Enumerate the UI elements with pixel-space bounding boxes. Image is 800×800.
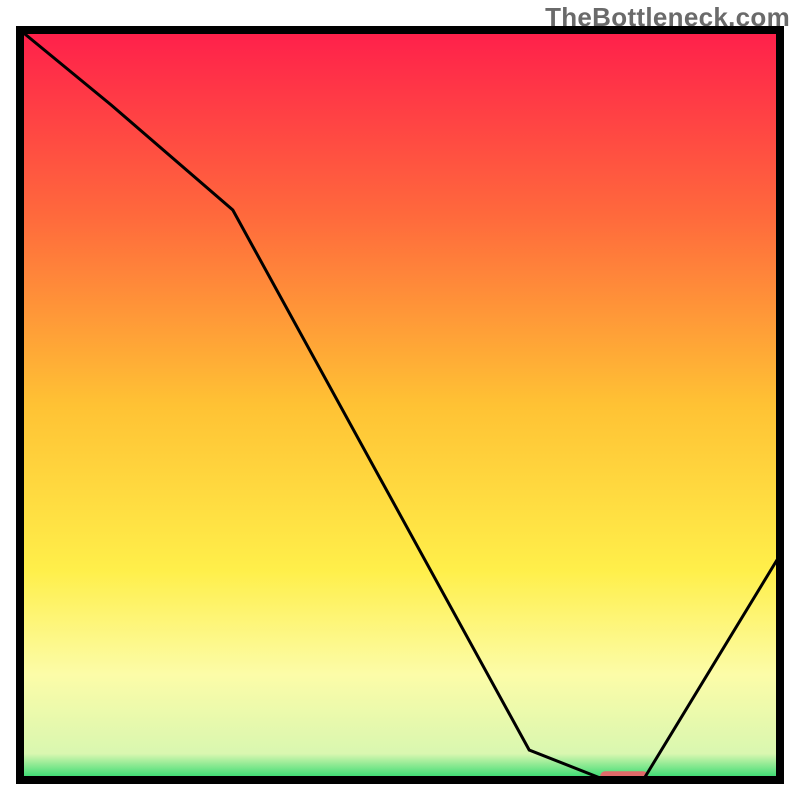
chart-background <box>20 30 780 780</box>
chart-stage: TheBottleneck.com <box>0 0 800 800</box>
bottleneck-chart <box>0 0 800 800</box>
